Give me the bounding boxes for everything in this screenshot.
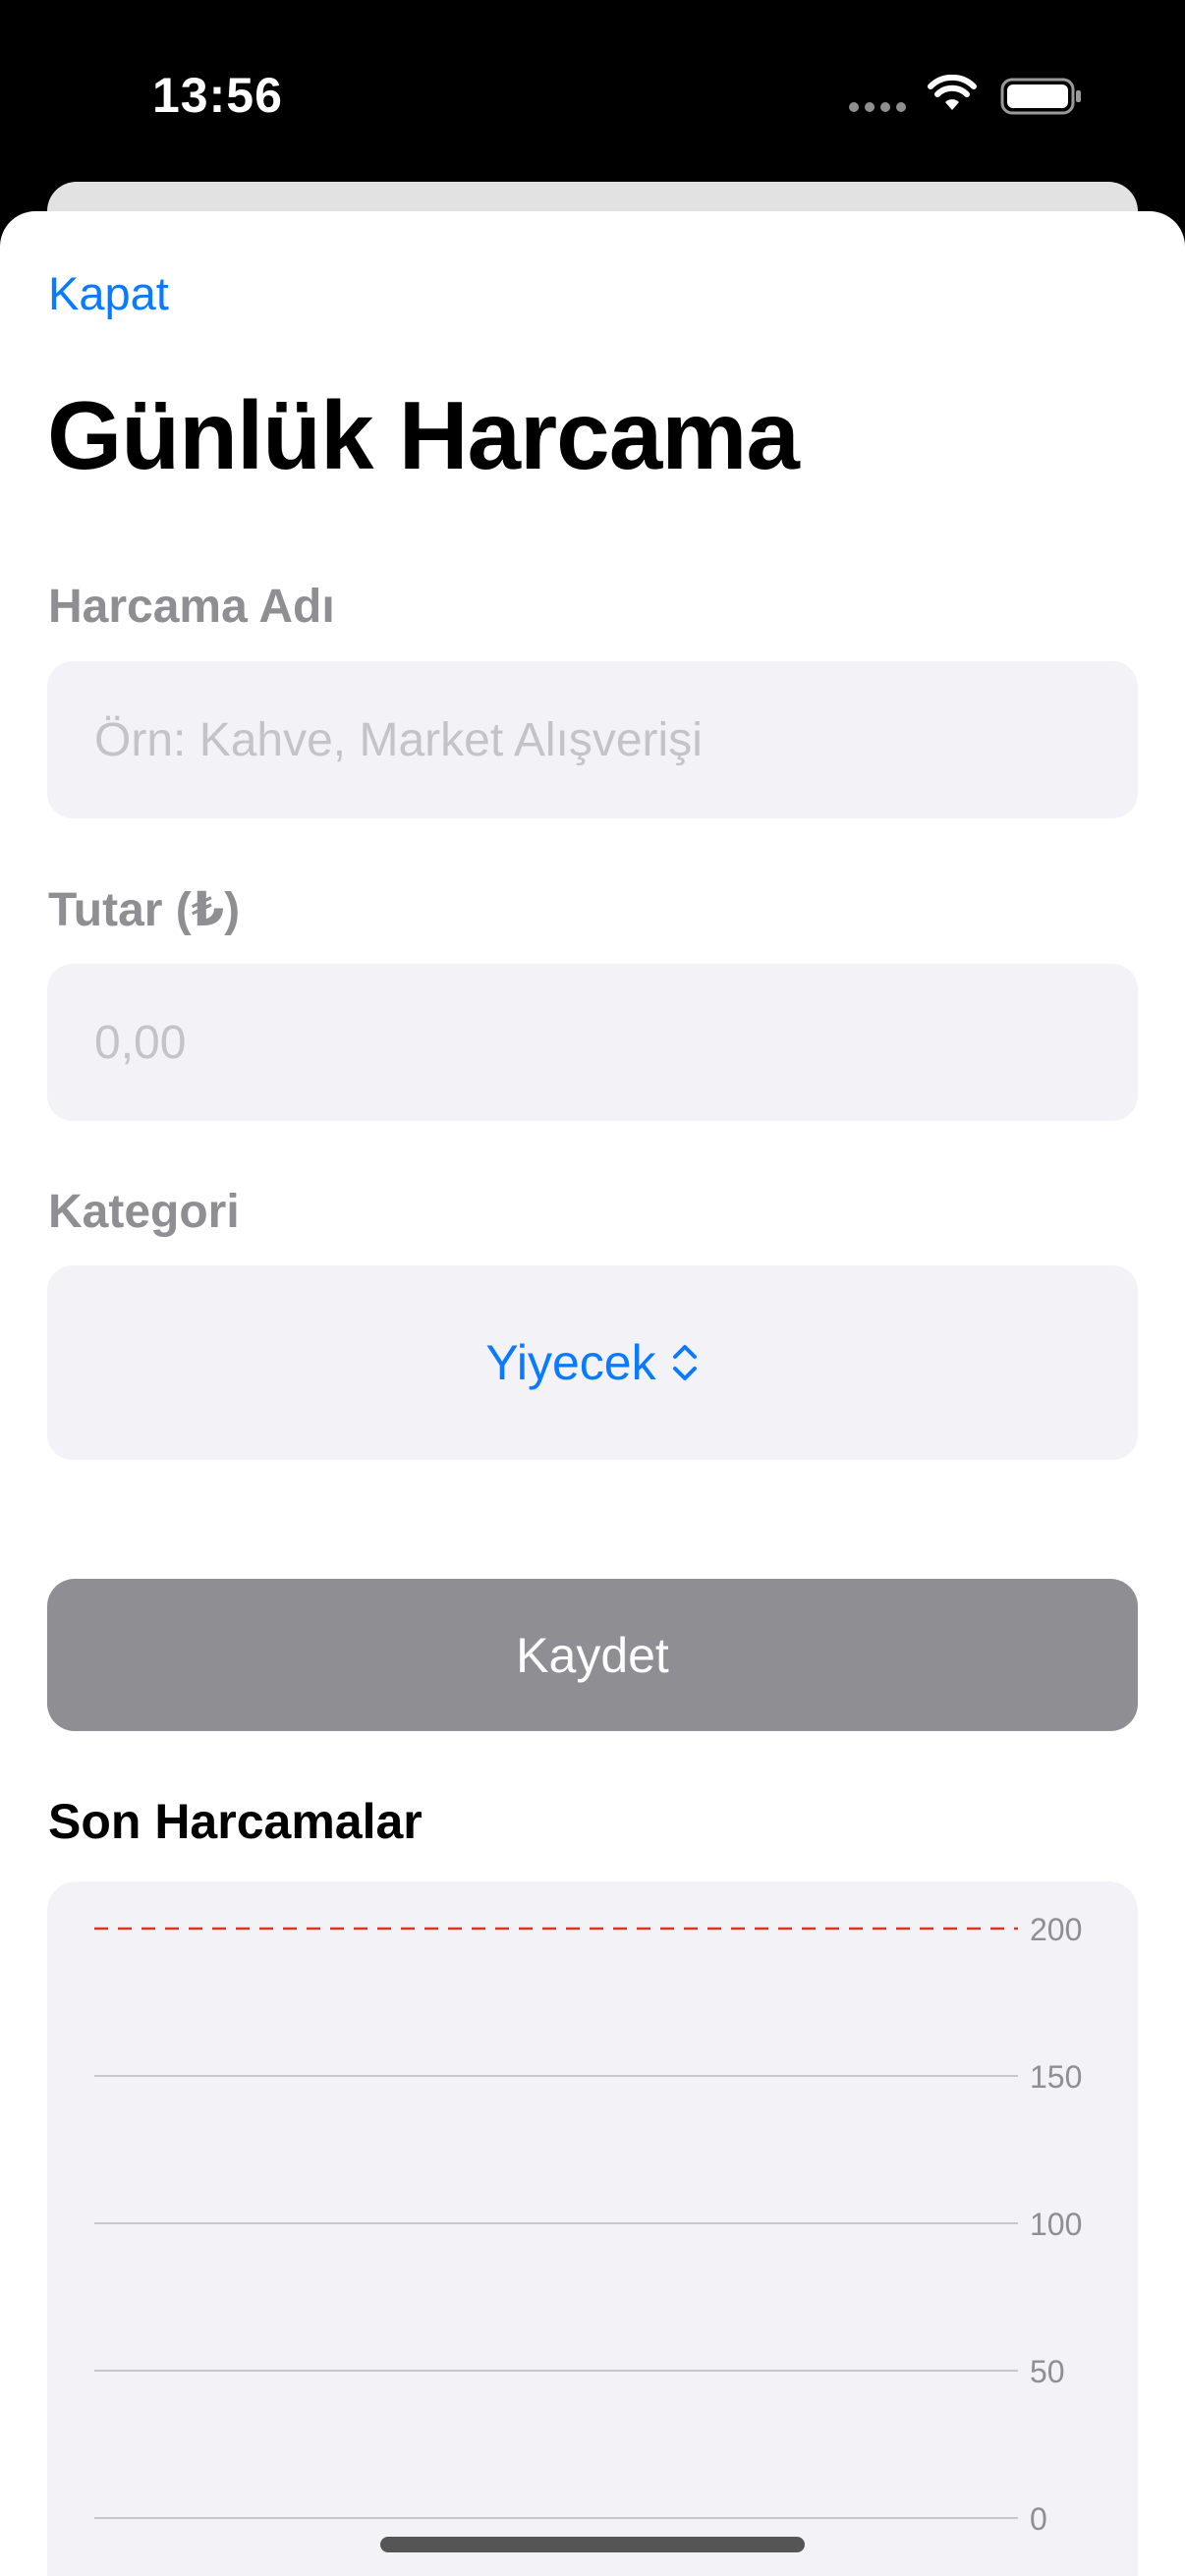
y-tick-label: 0 — [1030, 2501, 1047, 2537]
chevron-up-down-icon — [672, 1345, 697, 1380]
y-tick-label: 50 — [1030, 2354, 1065, 2389]
category-picker-button[interactable]: Yiyecek — [47, 1265, 1138, 1460]
expense-name-field[interactable]: Örn: Kahve, Market Alışverişi — [47, 661, 1138, 818]
page-title: Günlük Harcama — [47, 381, 800, 489]
recent-expenses-chart: 200 150 100 50 0 — [47, 1881, 1138, 2576]
home-indicator — [380, 2537, 805, 2552]
category-label: Kategori — [48, 1186, 240, 1238]
chart-canvas: 200 150 100 50 0 — [94, 1912, 1082, 2537]
y-tick-label: 200 — [1030, 1912, 1082, 1947]
close-button[interactable]: Kapat — [48, 266, 169, 320]
screen: 13:56 Kapat Günlük Harcama Harcama Adı Ö… — [0, 0, 1185, 2576]
recent-expenses-title: Son Harcamalar — [48, 1794, 423, 1849]
category-selected-value: Yiyecek — [485, 1335, 656, 1390]
battery-icon — [1000, 78, 1081, 115]
amount-label: Tutar (₺) — [48, 884, 241, 936]
y-tick-label: 100 — [1030, 2207, 1082, 2242]
amount-input[interactable]: 0,00 — [94, 964, 1077, 1121]
expense-name-input[interactable]: Örn: Kahve, Market Alışverişi — [94, 661, 1077, 818]
expense-sheet: Kapat Günlük Harcama Harcama Adı Örn: Ka… — [0, 211, 1185, 2576]
expense-name-label: Harcama Adı — [48, 581, 335, 633]
cellular-signal-icon — [849, 102, 906, 114]
y-tick-label: 150 — [1030, 2059, 1082, 2095]
wifi-icon — [928, 75, 977, 110]
save-button[interactable]: Kaydet — [47, 1579, 1138, 1731]
status-time: 13:56 — [152, 68, 283, 123]
category-picker[interactable]: Yiyecek — [47, 1265, 1138, 1460]
amount-field[interactable]: 0,00 — [47, 964, 1138, 1121]
